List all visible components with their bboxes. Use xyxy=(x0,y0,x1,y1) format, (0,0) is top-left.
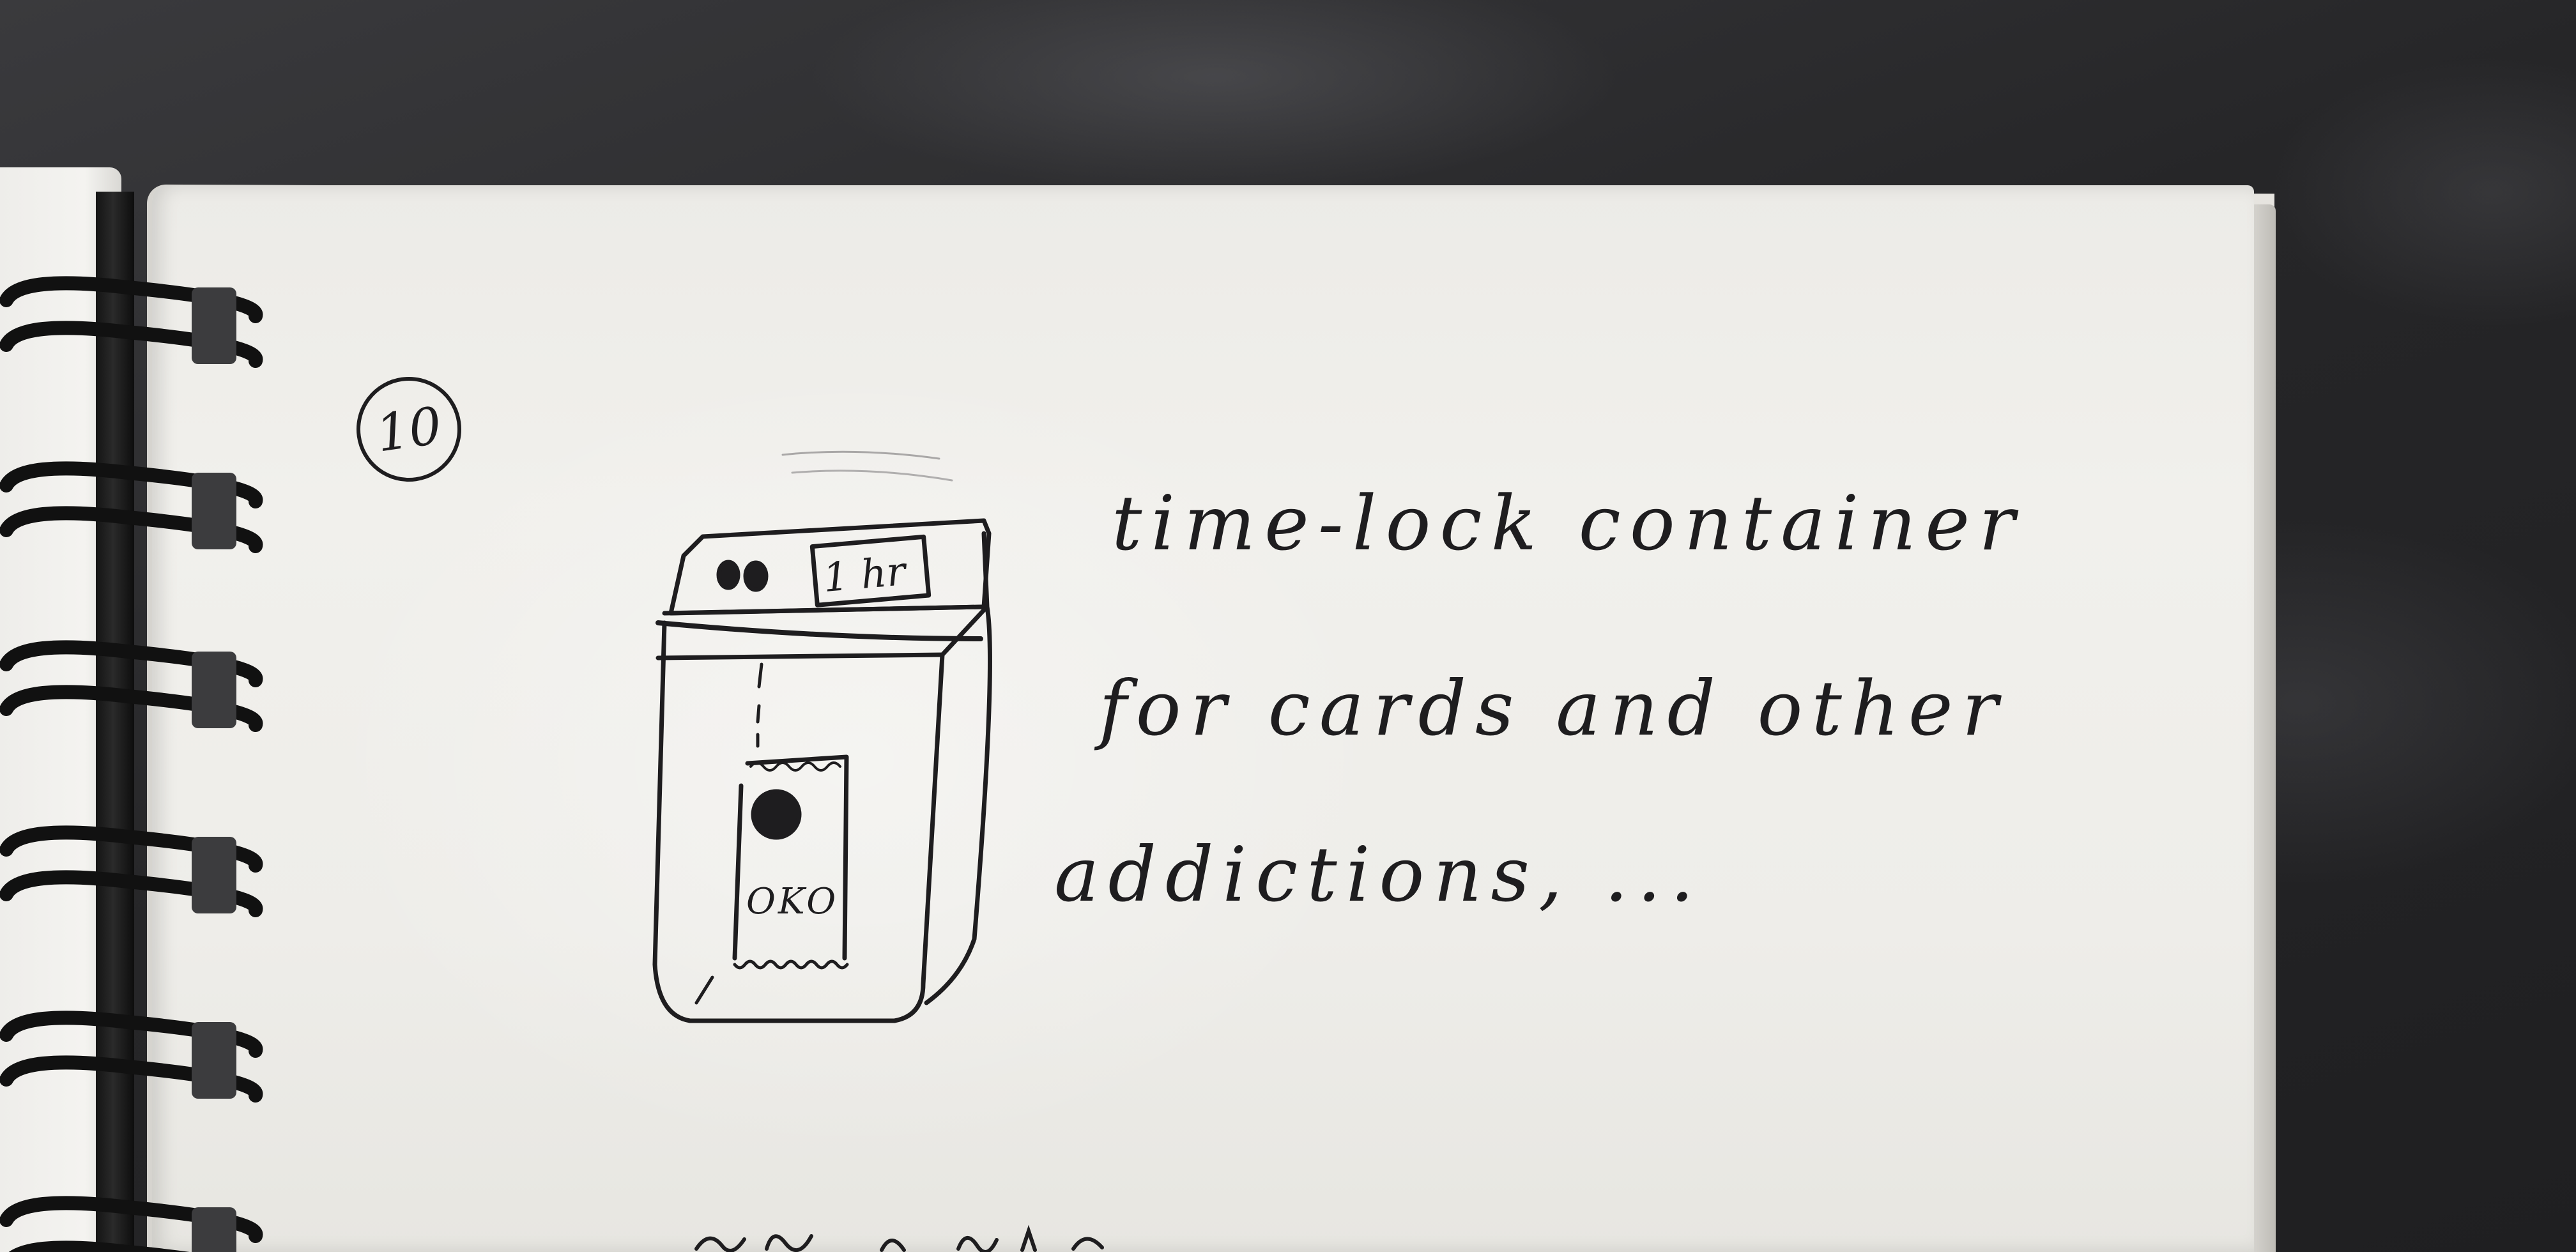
button-icon xyxy=(716,560,740,590)
note-line-2: for cards and other xyxy=(1099,664,2007,752)
card-label: OKO xyxy=(746,881,838,922)
lid-sketch-lines xyxy=(781,450,940,460)
note-line-3: addictions, ... xyxy=(1054,830,1703,919)
timer-label: 1 hr xyxy=(821,547,909,601)
button-icon xyxy=(743,560,769,592)
card-sketch xyxy=(732,754,849,961)
container-sketch: 1 hr OKO xyxy=(652,450,992,1023)
card-symbol xyxy=(751,789,802,840)
cut-off-handwriting xyxy=(694,1225,1104,1252)
note-line-1: time-lock container xyxy=(1112,479,2024,567)
